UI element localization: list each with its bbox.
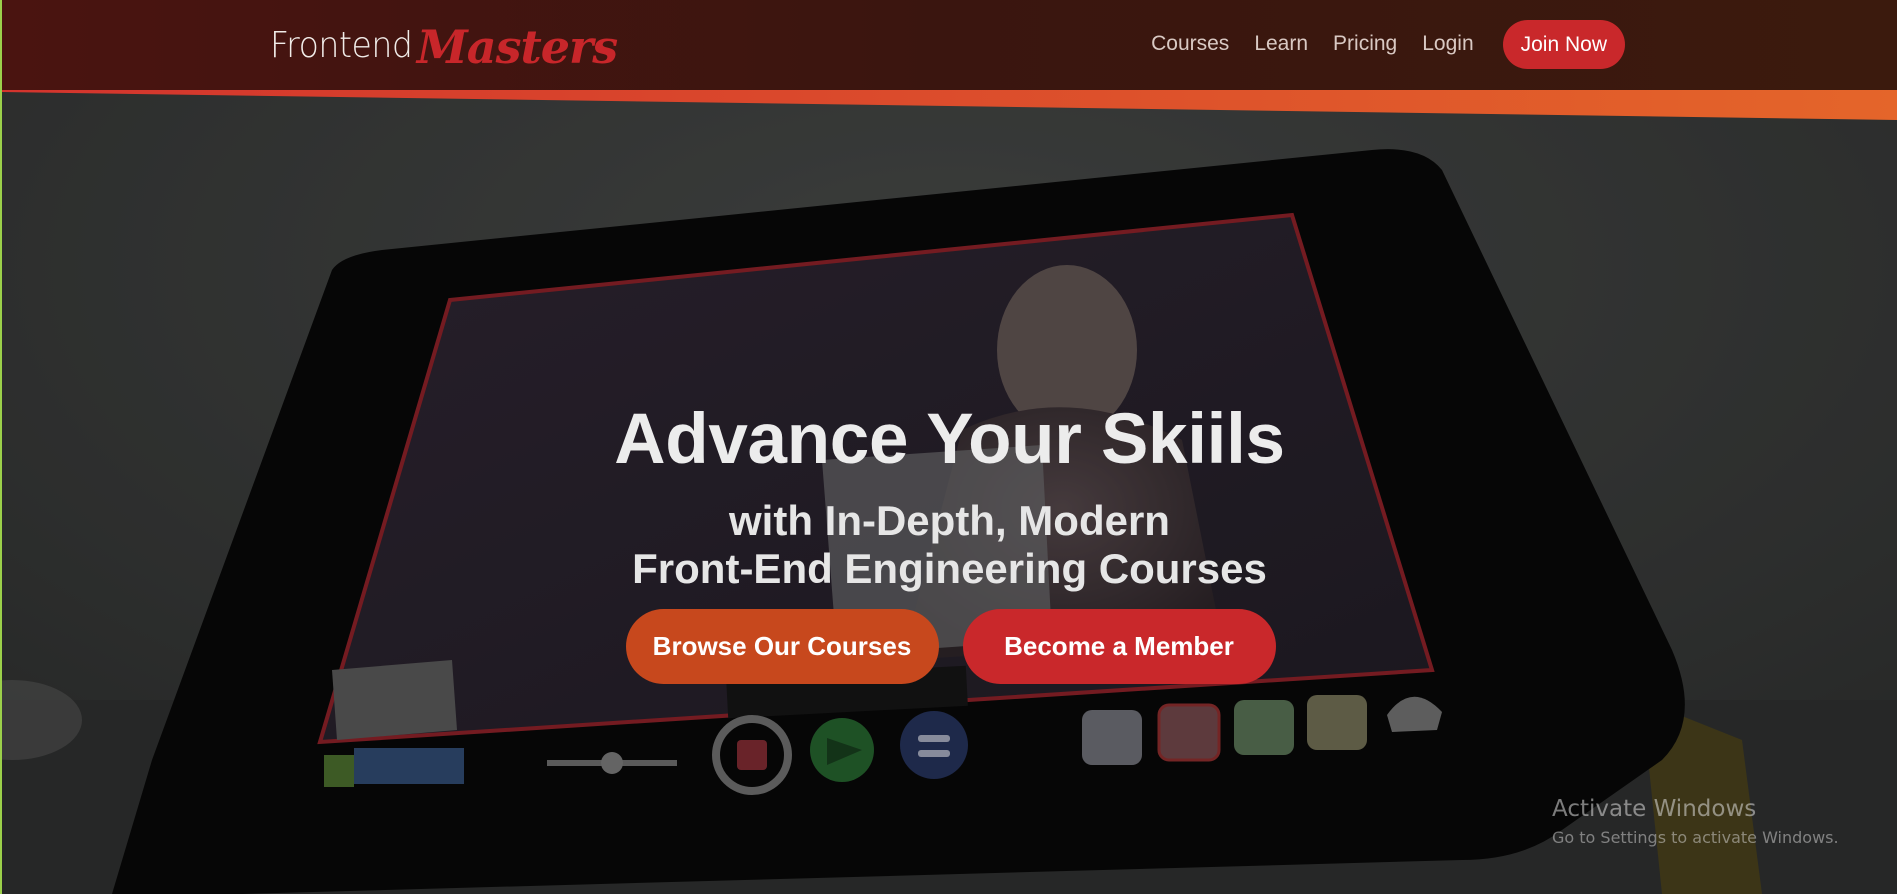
hero-subtitle: with In-Depth, Modern Front-End Engineer…: [2, 497, 1897, 593]
activate-windows-watermark: Activate Windows Go to Settings to activ…: [1552, 796, 1839, 847]
nav-link-pricing[interactable]: Pricing: [1333, 32, 1397, 56]
hero-subtitle-line1: with In-Depth, Modern: [729, 497, 1170, 544]
hero-content: Advance Your Skiils with In-Depth, Moder…: [2, 404, 1897, 684]
nav-link-login[interactable]: Login: [1422, 32, 1473, 56]
hero-cta-row: Browse Our Courses Become a Member: [2, 609, 1897, 684]
logo-text-frontend: Frontend: [270, 25, 413, 66]
hero-title: Advance Your Skiils: [614, 400, 1285, 479]
logo-text-masters: Masters: [416, 20, 618, 74]
frontendmasters-logo[interactable]: Frontend Masters: [270, 14, 618, 74]
nav-link-courses[interactable]: Courses: [1151, 32, 1229, 56]
site-header: Frontend Masters Courses Learn Pricing L…: [2, 0, 1897, 90]
join-now-button[interactable]: Join Now: [1502, 19, 1625, 69]
hero-subtitle-line2: Front-End Engineering Courses: [632, 545, 1267, 592]
header-accent-stripe: [2, 86, 1897, 120]
browse-courses-button[interactable]: Browse Our Courses: [625, 609, 939, 684]
nav-link-learn[interactable]: Learn: [1254, 32, 1308, 56]
main-nav: Courses Learn Pricing Login Join Now: [1151, 18, 1625, 70]
activate-windows-subtitle: Go to Settings to activate Windows.: [1552, 828, 1839, 847]
become-member-button[interactable]: Become a Member: [962, 609, 1276, 684]
activate-windows-title: Activate Windows: [1552, 796, 1757, 822]
